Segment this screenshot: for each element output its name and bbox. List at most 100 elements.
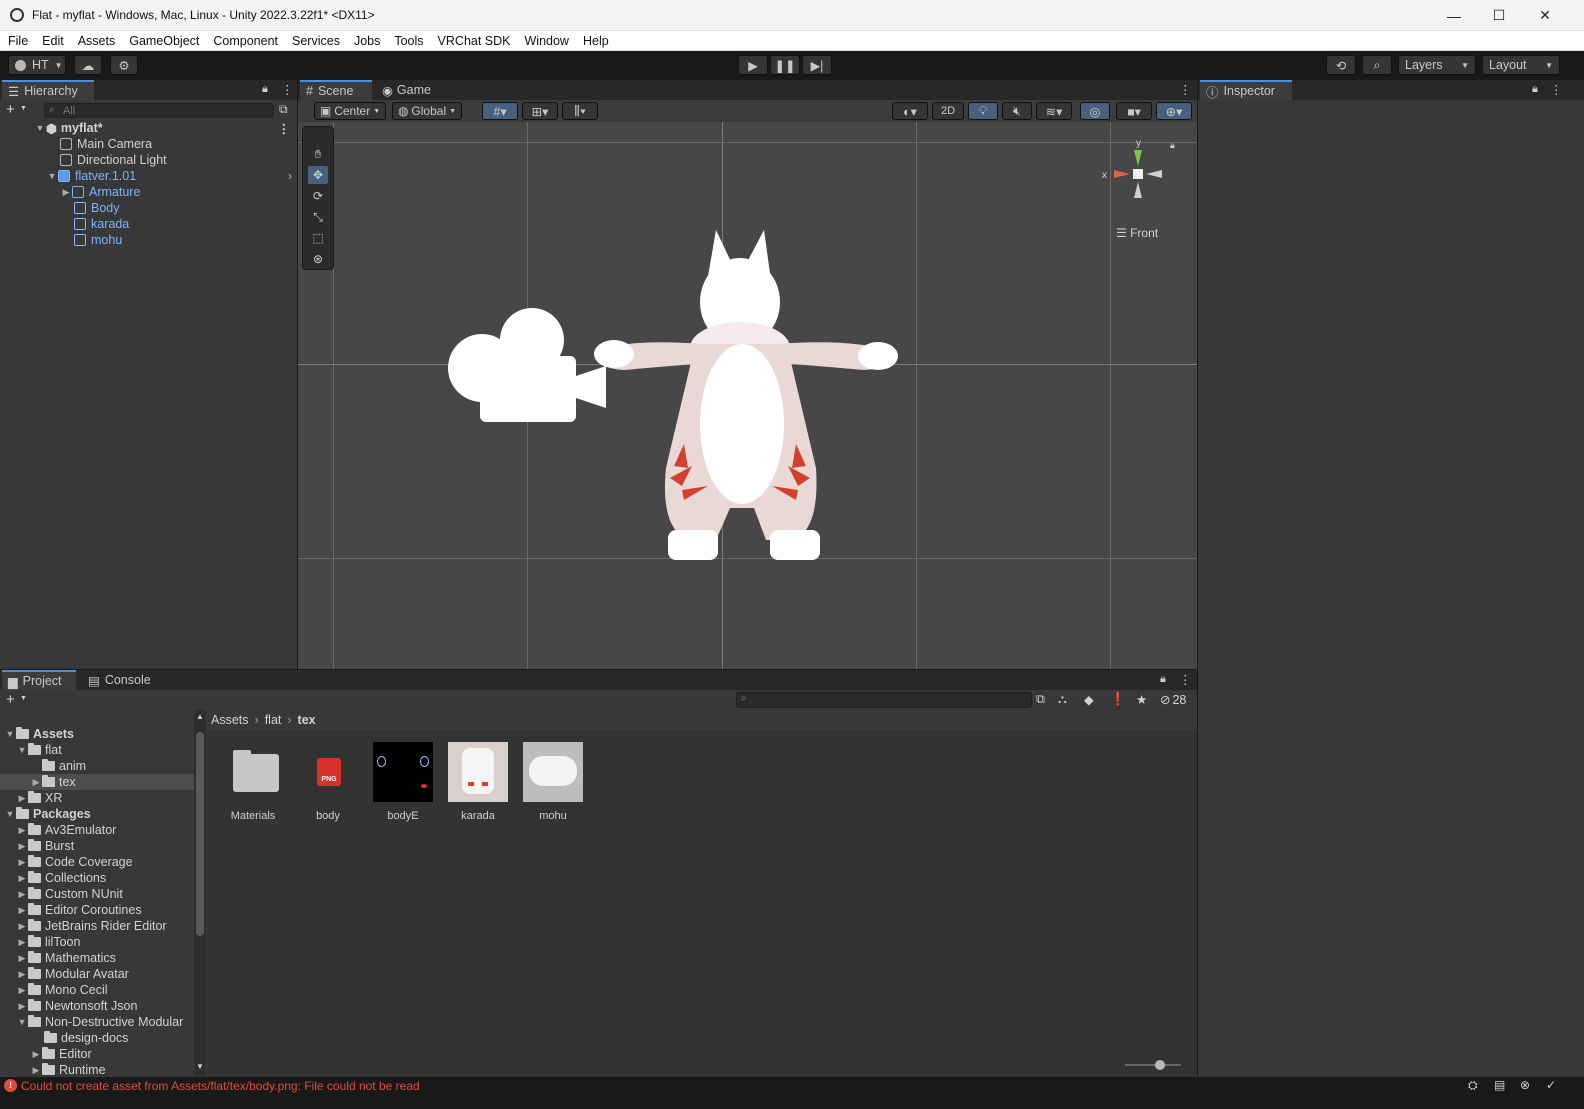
cache-server-icon[interactable]: ▤ (1494, 1078, 1505, 1092)
menu-assets[interactable]: Assets (78, 34, 116, 48)
expand-arrow-icon[interactable]: ▶ (16, 841, 28, 852)
expand-arrow-icon[interactable]: ▶ (16, 1001, 28, 1012)
close-button[interactable]: ✕ (1522, 0, 1568, 31)
tree-item-tex[interactable]: ▶ tex (0, 774, 194, 790)
minimize-button[interactable]: — (1431, 0, 1477, 31)
undo-history-button[interactable]: ⟲ (1326, 55, 1356, 75)
filter-by-label-icon[interactable]: ◆ (1084, 692, 1094, 707)
tab-hierarchy[interactable]: ☰ Hierarchy (2, 80, 94, 100)
menu-vrchat-sdk[interactable]: VRChat SDK (438, 34, 511, 48)
expand-arrow-icon[interactable]: ▶ (16, 873, 28, 884)
rect-tool-icon[interactable]: ⬚ (308, 229, 328, 247)
audio-toggle[interactable]: 🔇︎ (1002, 102, 1032, 120)
space-dropdown[interactable]: ◍ Global ▼ (392, 102, 462, 120)
orientation-gizmo[interactable]: y x 🔒︎ ☰ Front (1098, 134, 1188, 244)
tree-item-package[interactable]: ▶ Av3Emulator (16, 822, 116, 838)
lock-icon[interactable]: 🔒︎ (1170, 140, 1175, 151)
menu-window[interactable]: Window (525, 34, 569, 48)
chevron-right-icon[interactable]: › (288, 169, 292, 183)
scene-visibility-toggle[interactable]: ◎ (1080, 102, 1110, 120)
tree-item-package[interactable]: ▶ Editor Coroutines (16, 902, 142, 918)
tree-scrollbar-thumb[interactable] (196, 732, 204, 936)
hand-tool-icon[interactable]: ✋︎ (308, 145, 328, 163)
hierarchy-item-mohu[interactable]: mohu (74, 232, 122, 248)
project-search-input[interactable]: ⌕ (736, 692, 1032, 708)
layers-dropdown[interactable]: Layers ▼ (1398, 55, 1476, 75)
tree-item-package[interactable]: ▶ Modular Avatar (16, 966, 129, 982)
filter-by-type-icon[interactable]: ⛬ (1058, 692, 1067, 707)
tree-item-assets[interactable]: ▼ Assets (4, 726, 74, 742)
tree-item-package[interactable]: ▶ Burst (16, 838, 74, 854)
account-dropdown[interactable]: HT ▼ (8, 55, 66, 75)
expand-arrow-icon[interactable]: ▶ (30, 1049, 42, 1060)
more-options-icon[interactable]: ⋮ (278, 121, 291, 136)
scale-tool-icon[interactable]: ⤡ (308, 208, 328, 226)
step-button[interactable]: ▶| (802, 55, 832, 75)
warning-filter-icon[interactable]: ❗ (1110, 692, 1126, 707)
tab-game[interactable]: ◉ Game (376, 80, 440, 100)
expand-arrow-icon[interactable]: ▶ (16, 921, 28, 932)
search-type-icon[interactable]: ⧉ (1036, 692, 1045, 707)
expand-arrow-icon[interactable]: ▶ (16, 905, 28, 916)
tree-item-package[interactable]: ▶ lilToon (16, 934, 80, 950)
expand-arrow-icon[interactable]: ▶ (16, 857, 28, 868)
expand-arrow-icon[interactable]: ▶ (16, 953, 28, 964)
tree-item-packages[interactable]: ▼ Packages (4, 806, 91, 822)
scene-root[interactable]: ▼ ⬢ myflat* ⋮ (34, 120, 296, 136)
expand-arrow-icon[interactable]: ▶ (30, 1065, 42, 1076)
gizmos-dropdown[interactable]: ⊕▾ (1156, 102, 1192, 120)
increment-snap-button[interactable]: ⊞▾ (522, 102, 558, 120)
hierarchy-search-input[interactable]: ⌕ All (44, 103, 274, 118)
camera-gizmo-icon[interactable] (446, 304, 612, 424)
move-tool-icon[interactable]: ✥ (308, 166, 328, 184)
tree-item-subfolder[interactable]: ▶ Runtime (30, 1062, 106, 1077)
scroll-down-icon[interactable]: ▼ (196, 1062, 204, 1071)
expand-arrow-icon[interactable]: ▼ (34, 123, 46, 133)
scroll-up-icon[interactable]: ▲ (196, 712, 204, 721)
expand-arrow-icon[interactable]: ▶ (60, 187, 72, 198)
grid-snap-button[interactable]: #▾ (482, 102, 518, 120)
transform-tool-icon[interactable]: ⊛ (308, 250, 328, 268)
breadcrumb-tex[interactable]: tex (298, 713, 316, 727)
expand-arrow-icon[interactable]: ▼ (4, 729, 16, 739)
lock-icon[interactable]: 🔒︎ (1532, 83, 1538, 96)
tree-item-package[interactable]: ▼ Non-Destructive Modular (16, 1014, 183, 1030)
expand-arrow-icon[interactable]: ▶ (16, 889, 28, 900)
more-options-icon[interactable]: ⋮ (281, 82, 294, 97)
layout-dropdown[interactable]: Layout ▼ (1482, 55, 1560, 75)
asset-materials[interactable]: Materials (220, 742, 286, 822)
debug-mode-icon[interactable]: ⛭ (1468, 1078, 1478, 1093)
tree-item-package[interactable]: ▶ Mathematics (16, 950, 116, 966)
menu-component[interactable]: Component (213, 34, 278, 48)
expand-arrow-icon[interactable]: ▶ (16, 937, 28, 948)
menu-edit[interactable]: Edit (42, 34, 64, 48)
search-button[interactable]: ⌕ (1362, 55, 1392, 75)
add-icon[interactable]: + (6, 101, 15, 118)
network-icon[interactable]: ⊗ (1520, 1078, 1530, 1092)
tree-item-subfolder[interactable]: ▶ Editor (30, 1046, 92, 1062)
expand-arrow-icon[interactable]: ▶ (16, 969, 28, 980)
tree-item-package[interactable]: ▶ Mono Cecil (16, 982, 108, 998)
hierarchy-item-main-camera[interactable]: Main Camera (60, 136, 152, 152)
tree-item-package[interactable]: ▶ JetBrains Rider Editor (16, 918, 167, 934)
pause-button[interactable]: ❚❚ (770, 55, 800, 75)
search-filter-icon[interactable]: ⧉ (279, 102, 288, 117)
collab-settings-button[interactable]: ⚙ (110, 55, 138, 75)
tree-item-package[interactable]: ▶ Collections (16, 870, 106, 886)
breadcrumb-flat[interactable]: flat (265, 713, 282, 727)
2d-toggle[interactable]: 2D (932, 102, 964, 120)
thumbnail-size-slider[interactable] (1125, 1060, 1181, 1070)
view-front-label[interactable]: ☰ Front (1116, 226, 1158, 240)
camera-settings-dropdown[interactable]: ■▾ (1116, 102, 1152, 120)
asset-mohu[interactable]: mohu (520, 742, 586, 822)
chevron-down-icon[interactable]: ▼ (20, 105, 27, 112)
hierarchy-item-body[interactable]: Body (74, 200, 120, 216)
tab-console[interactable]: ▤ Console (82, 670, 160, 690)
asset-body[interactable]: PNG body (295, 742, 361, 822)
maximize-button[interactable]: ☐ (1476, 0, 1522, 31)
menu-jobs[interactable]: Jobs (354, 34, 380, 48)
expand-arrow-icon[interactable]: ▶ (16, 825, 28, 836)
tree-item-package[interactable]: ▶ Newtonsoft Json (16, 998, 137, 1014)
add-icon[interactable]: + (6, 691, 15, 708)
tab-project[interactable]: ▆ Project (2, 670, 76, 690)
